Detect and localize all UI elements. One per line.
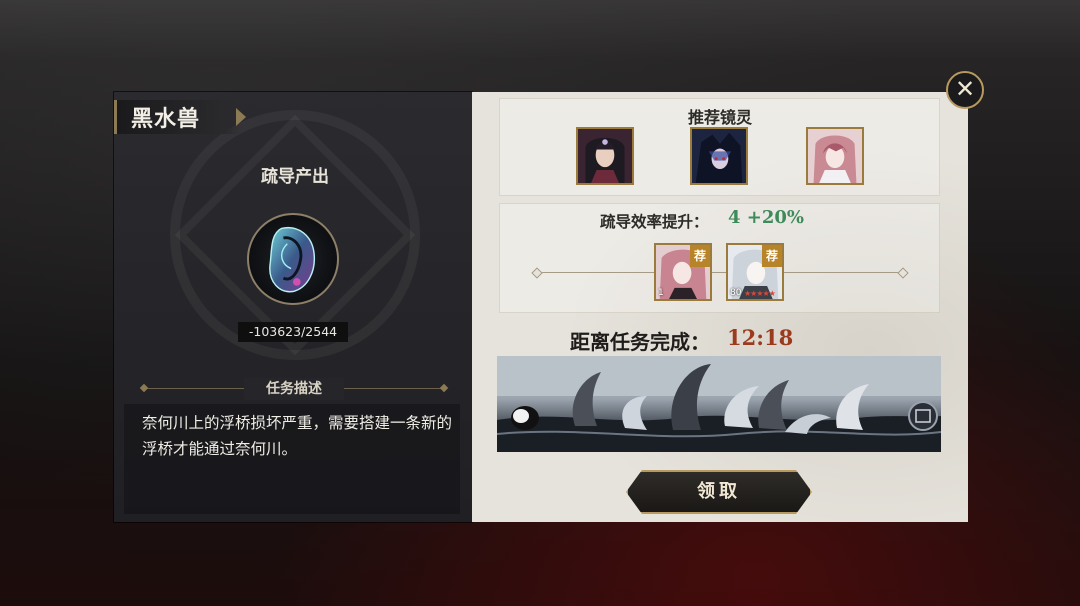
tentacle-scene-image [497, 356, 941, 452]
output-label: 疏导产出 [261, 167, 329, 187]
efficiency-box [499, 203, 940, 313]
slot-line [531, 267, 909, 279]
claim-button[interactable]: 领取 [626, 470, 812, 514]
dark-crystal-icon [269, 226, 316, 293]
assigned-slot-1[interactable]: 荐 1 [654, 243, 712, 301]
output-item[interactable] [247, 213, 339, 305]
slot-level: 80 [730, 288, 742, 298]
character-portrait-icon [578, 129, 632, 183]
output-progress: -103623/2544 [238, 322, 348, 342]
recommended-portrait-1[interactable] [576, 127, 634, 185]
recommended-title: 推荐镜灵 [687, 108, 752, 127]
efficiency-label: 疏导效率提升： [600, 212, 709, 231]
slot-stars: ★★★★★ [744, 289, 776, 298]
description-text: 奈何川上的浮桥损坏严重，需要搭建一条新的浮桥才能通过奈何川。 [142, 414, 453, 458]
slot-level: 1 [658, 288, 664, 298]
assigned-slot-2[interactable]: 荐 80 ★★★★★ [726, 243, 784, 301]
recommended-portrait-2[interactable] [690, 127, 748, 185]
character-portrait-icon [692, 129, 746, 183]
background-top [0, 0, 1080, 60]
efficiency-value: 4 +20% [728, 207, 805, 228]
close-button[interactable]: ✕ [946, 71, 984, 109]
time-remaining: 12:18 [727, 325, 794, 350]
description-title: 任务描述 [244, 378, 344, 400]
battle-scene [497, 356, 941, 452]
time-label: 距离任务完成： [570, 330, 710, 354]
monster-title: 黑水兽 [114, 100, 242, 134]
recommended-portrait-3[interactable] [806, 127, 864, 185]
close-icon: ✕ [954, 75, 976, 103]
recommended-badge: 荐 [690, 245, 710, 267]
monster-title-text: 黑水兽 [131, 106, 201, 132]
character-portrait-icon [808, 129, 862, 183]
recommended-badge: 荐 [762, 245, 782, 267]
